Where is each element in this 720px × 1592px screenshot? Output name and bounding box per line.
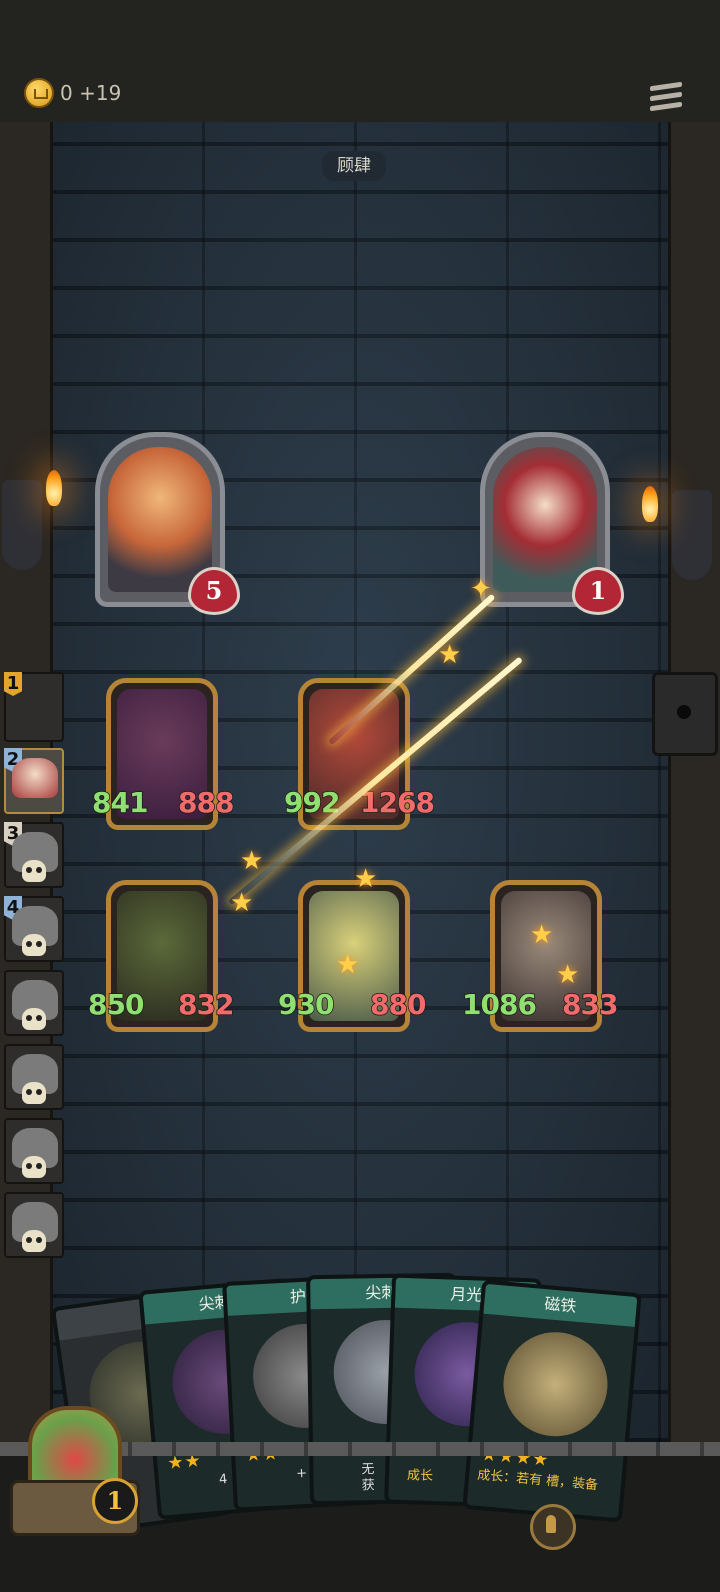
end-turn-button[interactable]: [530, 1504, 576, 1550]
turn-queue-slot-current[interactable]: 2: [4, 748, 64, 814]
turn-queue-slot[interactable]: 4: [4, 896, 64, 962]
hero-deck-button[interactable]: 1: [10, 1400, 140, 1540]
door-lock-icon: [652, 672, 718, 756]
turn-number: 1: [4, 672, 22, 696]
spark-star-icon: ★: [354, 864, 378, 894]
turn-queue-slot[interactable]: 3: [4, 822, 64, 888]
hand-card[interactable]: 磁铁 ★★★★ 成长：若有 槽，装备: [462, 1279, 642, 1523]
right-pillar: [668, 122, 720, 1442]
spark-star-icon: ★: [438, 640, 462, 670]
right-sconce: [672, 490, 712, 580]
left-torch-flame: [46, 470, 62, 506]
menu-icon[interactable]: [650, 81, 682, 114]
spark-star-icon: ★: [530, 920, 554, 950]
spark-star-icon: ★: [556, 960, 580, 990]
gold-counter: 0 +19: [60, 81, 122, 105]
skull-icon: [22, 860, 46, 882]
gold-coin-icon: [24, 78, 54, 108]
turn-queue-slot[interactable]: [4, 1192, 64, 1258]
turn-queue-slot[interactable]: [4, 970, 64, 1036]
impact-star-icon: ✦: [470, 574, 492, 604]
unit-atk: 850: [87, 987, 145, 1022]
unit-atk: 841: [91, 785, 149, 820]
unit-atk: 930: [277, 987, 335, 1022]
card-desc: 成长：若有 槽，装备: [476, 1467, 599, 1494]
unit-atk: 1086: [461, 987, 537, 1022]
hero-count-badge: 1: [92, 1478, 138, 1524]
skull-icon: [22, 1082, 46, 1104]
left-sconce: [2, 480, 42, 570]
turn-queue-slot[interactable]: [4, 1044, 64, 1110]
skull-icon: [22, 1008, 46, 1030]
skull-icon: [22, 1230, 46, 1252]
spark-star-icon: ★: [240, 846, 264, 876]
turn-queue-slot[interactable]: 1: [4, 672, 64, 742]
unit-hp: 833: [561, 987, 619, 1022]
unit-hp: 880: [369, 987, 427, 1022]
gnome-avatar: [12, 758, 58, 798]
skull-icon: [22, 934, 46, 956]
right-torch-flame: [642, 486, 658, 522]
spark-star-icon: ★: [230, 888, 254, 918]
turn-queue-slot[interactable]: [4, 1118, 64, 1184]
magnet-art: [499, 1327, 612, 1441]
unit-hp: 1268: [359, 785, 435, 820]
unit-hp: 832: [177, 987, 235, 1022]
unit-hp: 888: [177, 785, 235, 820]
board-title: 顾肆: [322, 151, 386, 181]
skull-icon: [22, 1156, 46, 1178]
spark-star-icon: ★: [336, 950, 360, 980]
card-title: 磁铁: [483, 1283, 638, 1327]
